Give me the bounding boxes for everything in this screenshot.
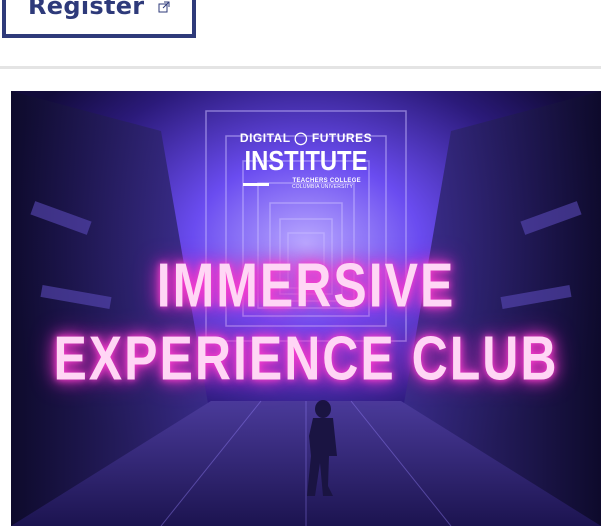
logo-sub2-text: COLUMBIA UNIVERSITY xyxy=(291,184,353,190)
page: Register DIGITAL ◯ FUTURES INSTITUTE TEA… xyxy=(0,0,601,526)
register-button[interactable]: Register xyxy=(2,0,196,38)
logo-top-text: DIGITAL ◯ FUTURES xyxy=(239,131,373,145)
banner-title-line2: EXPERIENCE CLUB xyxy=(53,323,559,393)
section-divider xyxy=(0,66,601,69)
external-link-icon xyxy=(158,0,170,13)
register-button-label: Register xyxy=(28,0,145,20)
event-banner-image[interactable]: DIGITAL ◯ FUTURES INSTITUTE TEACHERS COL… xyxy=(11,91,601,526)
logo-main-text: INSTITUTE xyxy=(244,145,368,176)
banner-title-line1: IMMERSIVE xyxy=(156,250,456,320)
